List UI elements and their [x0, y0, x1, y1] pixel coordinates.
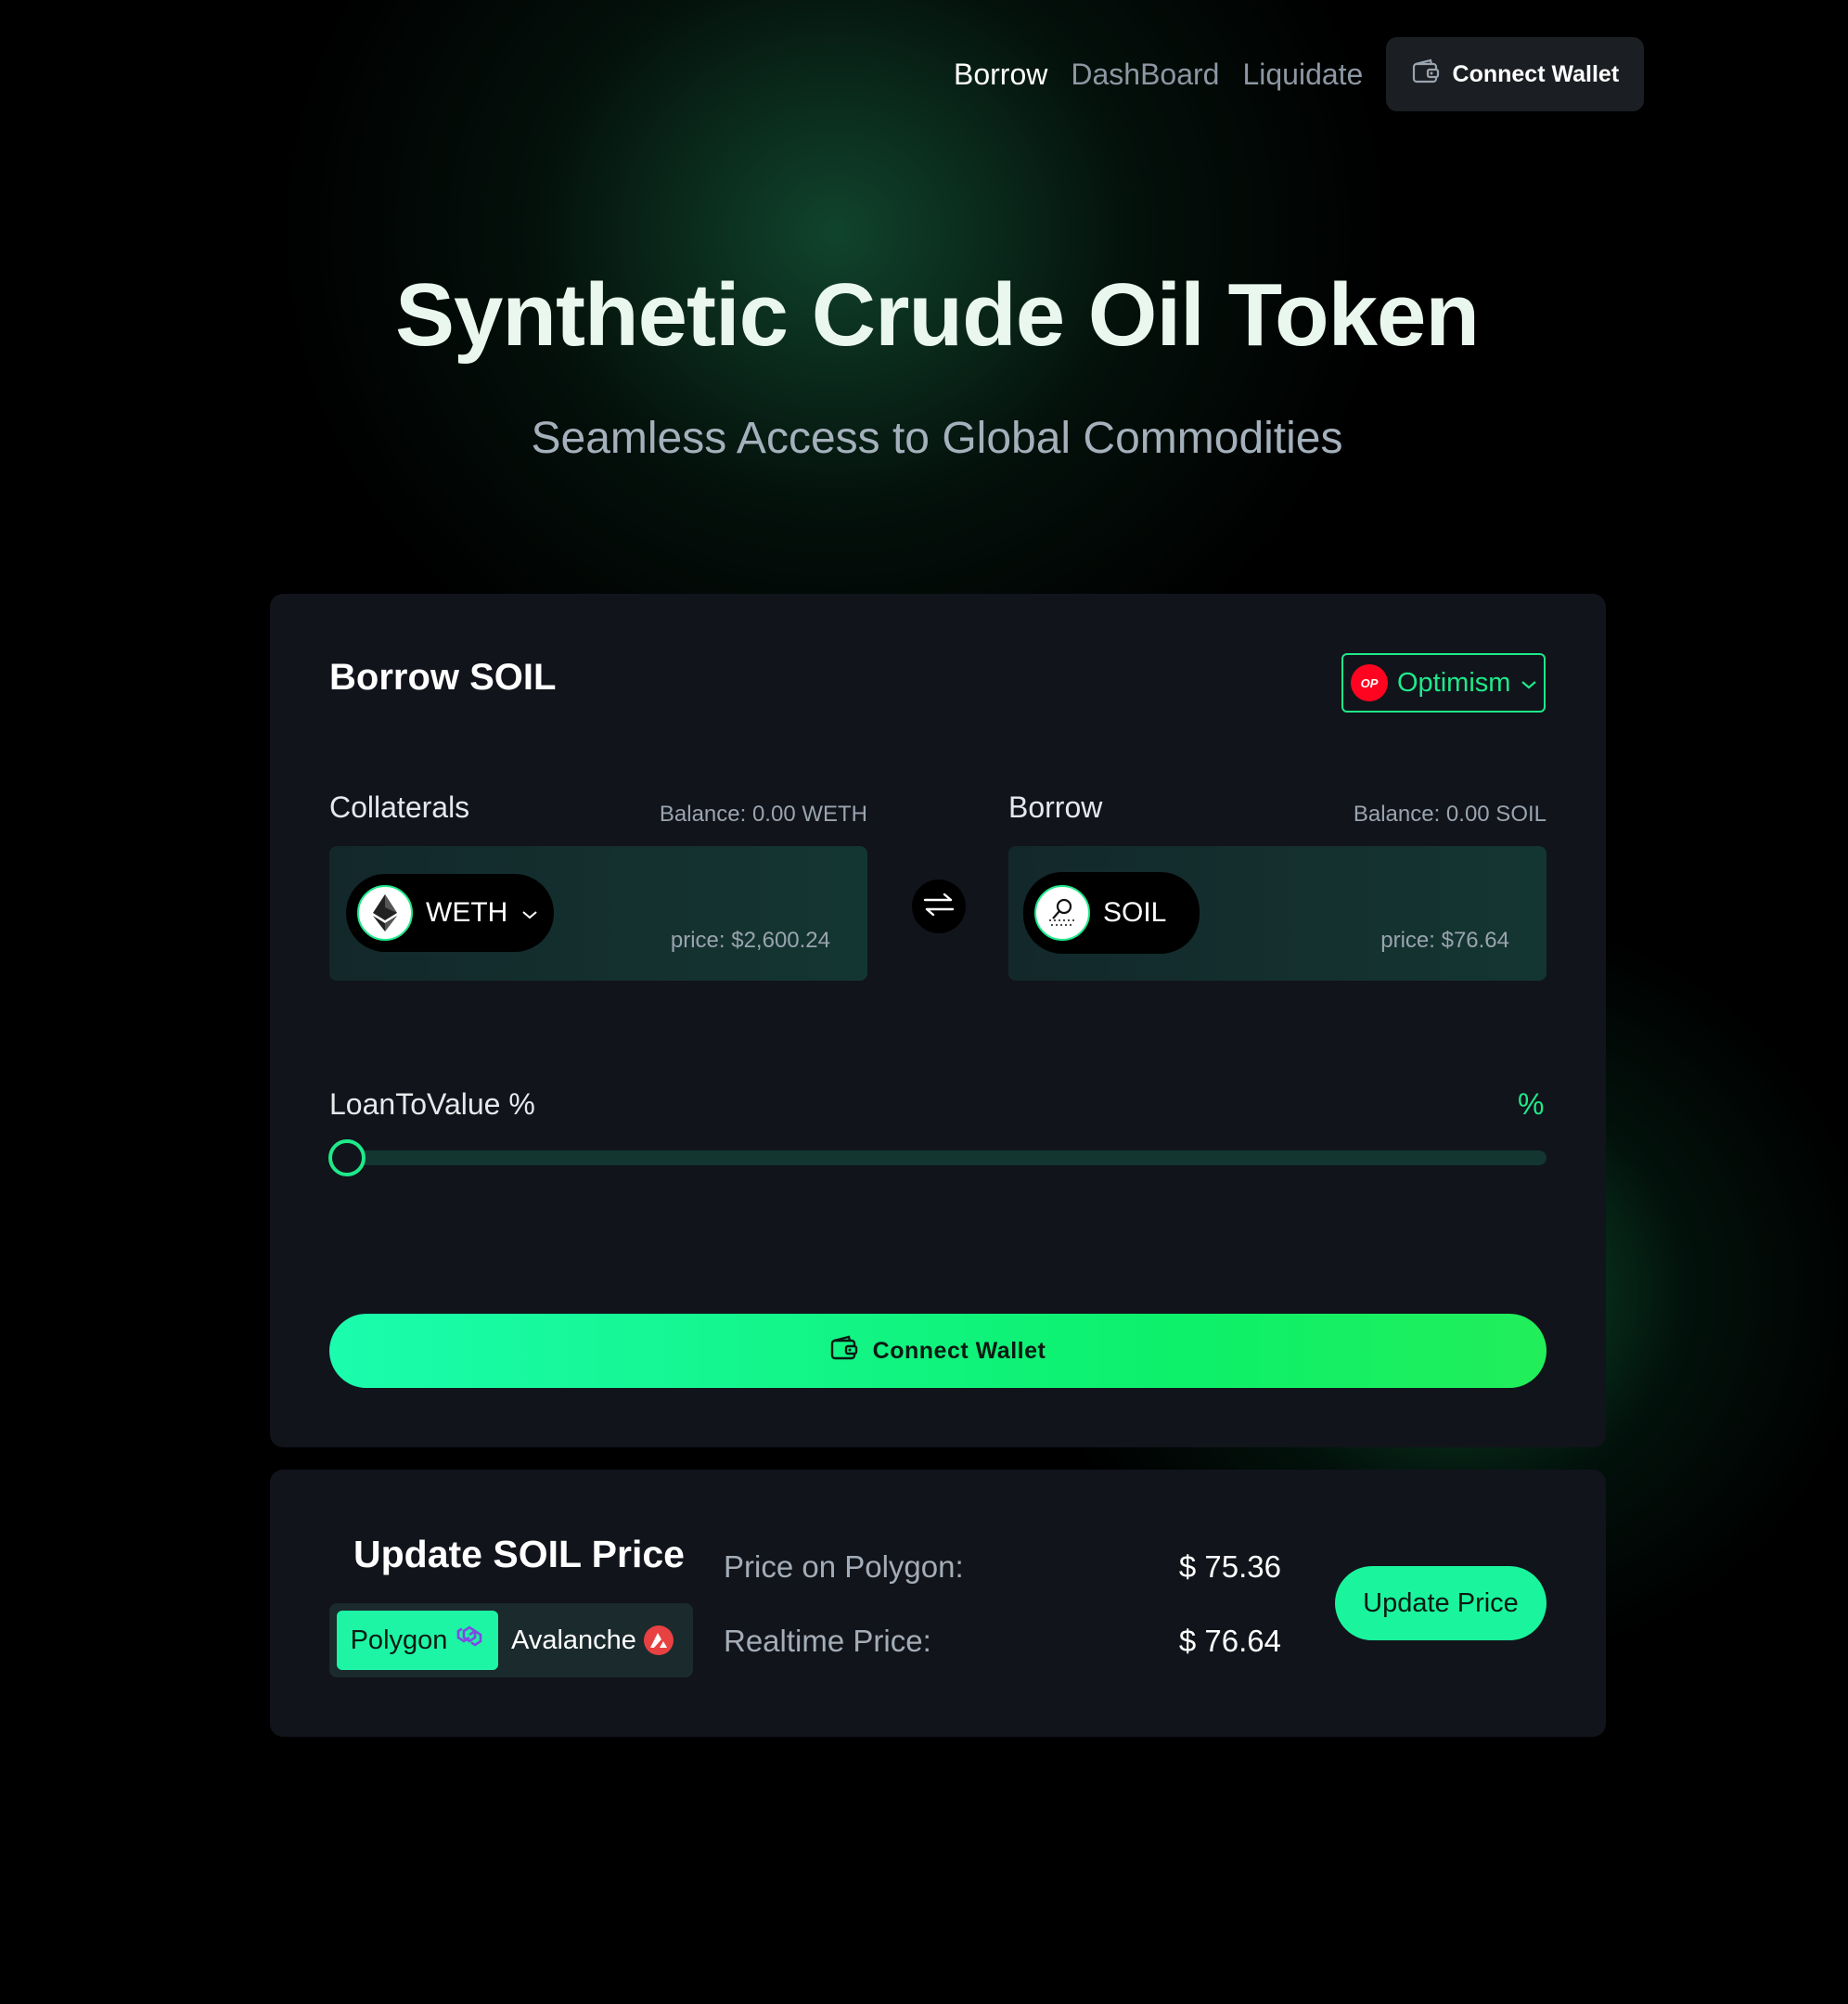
ethereum-icon	[357, 885, 413, 941]
borrow-balance: Balance: 0.00 SOIL	[1353, 802, 1546, 827]
swap-button[interactable]	[912, 880, 966, 933]
nav-item-borrow[interactable]: Borrow	[954, 58, 1047, 92]
update-price-button[interactable]: Update Price	[1335, 1566, 1546, 1640]
ltv-label: LoanToValue %	[329, 1087, 535, 1121]
borrow-card-title: Borrow SOIL	[329, 657, 557, 698]
ltv-slider-track[interactable]	[329, 1150, 1546, 1165]
polygon-icon	[455, 1624, 484, 1657]
connect-wallet-label: Connect Wallet	[872, 1337, 1046, 1364]
borrow-label: Borrow	[1008, 790, 1103, 824]
tab-avalanche[interactable]: Avalanche	[511, 1611, 674, 1670]
hero-subtitle: Seamless Access to Global Commodities	[531, 414, 1343, 463]
borrow-token-display: SOIL	[1023, 872, 1200, 954]
borrow-token-box: SOIL price: $76.64	[1008, 846, 1546, 981]
polygon-price-value: $ 75.36	[1178, 1549, 1281, 1584]
top-nav: Borrow DashBoard Liquidate Connect Walle…	[954, 37, 1645, 111]
collateral-token-label: WETH	[426, 897, 508, 928]
borrow-token-label: SOIL	[1103, 897, 1167, 928]
tab-avalanche-label: Avalanche	[511, 1625, 636, 1655]
wallet-icon	[830, 1335, 858, 1368]
hero-title: Synthetic Crude Oil Token	[394, 265, 1480, 365]
ltv-value: %	[1518, 1087, 1545, 1121]
tab-polygon[interactable]: Polygon	[337, 1611, 498, 1670]
soil-icon	[1034, 885, 1090, 941]
chevron-down-icon	[1520, 668, 1538, 699]
nav-item-dashboard[interactable]: DashBoard	[1071, 58, 1219, 92]
collateral-price: price: $2,600.24	[670, 928, 830, 953]
tab-polygon-label: Polygon	[350, 1625, 448, 1655]
collateral-balance: Balance: 0.00 WETH	[659, 802, 867, 827]
update-price-title: Update SOIL Price	[353, 1533, 685, 1575]
network-select[interactable]: OP Optimism	[1341, 653, 1546, 713]
chain-tabs: Polygon Avalanche	[329, 1603, 693, 1677]
nav-item-liquidate[interactable]: Liquidate	[1242, 58, 1363, 92]
nav-connect-wallet-button[interactable]: Connect Wallet	[1386, 37, 1645, 111]
optimism-icon: OP	[1351, 664, 1388, 701]
collateral-token-select[interactable]: WETH	[346, 874, 554, 952]
ltv-slider-thumb[interactable]	[328, 1139, 366, 1176]
borrow-price: price: $76.64	[1380, 928, 1509, 953]
update-price-card: Update SOIL Price Polygon Avalanche Pric…	[270, 1470, 1606, 1737]
collateral-label: Collaterals	[329, 790, 470, 824]
chevron-down-icon	[520, 897, 539, 929]
collateral-token-box: WETH price: $2,600.24	[329, 846, 867, 981]
realtime-price-label: Realtime Price:	[724, 1624, 931, 1658]
avalanche-icon	[643, 1625, 674, 1655]
network-select-label: Optimism	[1397, 667, 1511, 698]
nav-connect-wallet-label: Connect Wallet	[1452, 60, 1620, 87]
realtime-price-value: $ 76.64	[1178, 1624, 1281, 1658]
polygon-price-label: Price on Polygon:	[724, 1549, 964, 1584]
borrow-card: Borrow SOIL OP Optimism Collaterals Bala…	[270, 594, 1606, 1447]
swap-arrows-icon	[922, 891, 956, 923]
wallet-icon	[1412, 58, 1440, 91]
connect-wallet-button[interactable]: Connect Wallet	[329, 1314, 1546, 1388]
